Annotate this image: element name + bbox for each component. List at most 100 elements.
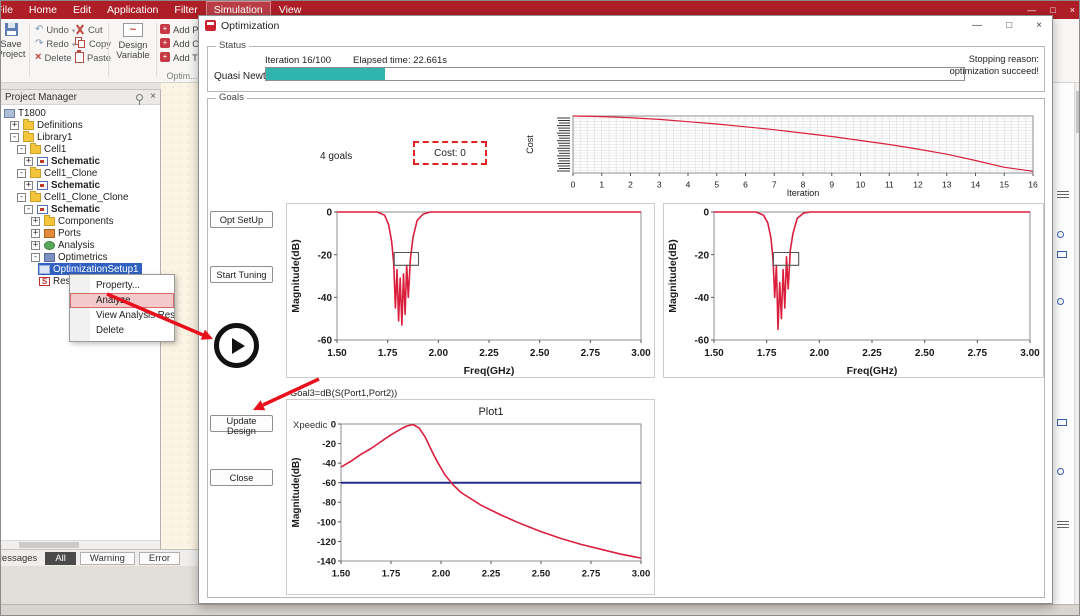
tree-item-schematic[interactable]: + Schematic — [1, 155, 160, 167]
delete-button[interactable]: Delete — [33, 50, 77, 64]
svg-text:2.00: 2.00 — [810, 348, 830, 359]
scrollbar-thumb[interactable] — [19, 542, 79, 548]
tree-item-definitions[interactable]: + Definitions — [1, 118, 160, 131]
menu-file[interactable]: File — [1, 1, 21, 19]
svg-text:7: 7 — [772, 180, 777, 190]
svg-text:Freq(GHz): Freq(GHz) — [464, 365, 515, 377]
cut-button[interactable]: Cut — [73, 22, 113, 36]
copy-button[interactable]: Copy — [73, 36, 113, 50]
tab-all[interactable]: All — [45, 551, 76, 565]
tree-expander-icon[interactable]: + — [24, 180, 33, 190]
pin-icon[interactable] — [136, 93, 144, 105]
elapsed-label: Elapsed time: 22.661s — [353, 55, 448, 66]
svg-text:2.50: 2.50 — [530, 348, 550, 359]
tree-item-label: Definitions — [37, 119, 83, 131]
svg-text:2.75: 2.75 — [968, 348, 988, 359]
add-icon — [160, 38, 170, 48]
dialog-maximize-button[interactable]: □ — [1006, 16, 1012, 36]
undo-button[interactable]: Undo — [33, 22, 77, 36]
svg-text:2.25: 2.25 — [479, 348, 499, 359]
undo-label: Undo — [46, 23, 69, 35]
tree-item-library1[interactable]: - Library1 — [1, 130, 160, 143]
tab-error[interactable]: Error — [138, 551, 181, 565]
goal3-expression-label: Goal3=dB(S(Port1,Port2)) — [288, 388, 400, 398]
tree-item-optimetrics[interactable]: - Optimetrics — [1, 251, 160, 263]
schematic-fragment — [1057, 191, 1069, 198]
iteration-label: Iteration 16/100 — [265, 55, 332, 66]
horizontal-scrollbar[interactable] — [1, 540, 160, 549]
separator — [29, 23, 30, 77]
svg-text:2.25: 2.25 — [862, 348, 882, 359]
tree-expander-icon[interactable]: + — [31, 240, 40, 250]
app-close-button[interactable]: × — [1070, 1, 1075, 19]
tree-item-cell1-clone-clone[interactable]: - Cell1_Clone_Clone — [1, 190, 160, 203]
svg-text:12: 12 — [913, 180, 923, 190]
tree-expander-icon[interactable]: + — [24, 156, 33, 166]
vertical-scrollbar[interactable] — [1074, 83, 1079, 604]
copy-icon — [75, 37, 86, 49]
update-design-button[interactable]: Update Design — [210, 415, 273, 436]
dialog-titlebar[interactable]: Optimization — □ × — [199, 16, 1052, 36]
ports-icon — [44, 228, 55, 238]
project-manager-header: Project Manager × — [1, 90, 160, 105]
tree-expander-icon[interactable]: + — [10, 120, 19, 130]
svg-text:13: 13 — [942, 180, 952, 190]
tree-item-cell1[interactable]: - Cell1 — [1, 142, 160, 155]
schematic-fragment — [1057, 231, 1064, 238]
folder-icon — [23, 130, 34, 142]
svg-text:Iteration: Iteration — [787, 188, 820, 198]
tree-item-label: Components — [58, 215, 114, 227]
tree-expander-icon[interactable]: + — [31, 216, 40, 226]
tree-item-label: OptimizationSetup1 — [53, 263, 139, 275]
scrollbar-thumb[interactable] — [1076, 91, 1079, 133]
context-item-property[interactable]: Property... — [70, 278, 174, 293]
tree-item-components[interactable]: + Components — [1, 214, 160, 227]
tree-expander-icon[interactable]: - — [17, 144, 26, 154]
close-button[interactable]: Close — [210, 469, 273, 486]
tree-expander-icon[interactable]: + — [31, 228, 40, 238]
folder-icon — [44, 214, 55, 226]
design-variable-button[interactable]: ~ Design Variable — [111, 21, 155, 81]
tree-item-analysis[interactable]: + Analysis — [1, 239, 160, 251]
play-button-annotation[interactable] — [214, 323, 259, 368]
context-item-delete[interactable]: Delete — [70, 323, 174, 338]
tree-expander-icon[interactable]: - — [17, 168, 26, 178]
context-menu: Property... Analyze View Analysis Resul.… — [69, 274, 175, 342]
close-icon[interactable]: × — [150, 92, 156, 102]
dialog-close-button[interactable]: × — [1036, 16, 1042, 36]
goal-plot-1: 1.50 1.75 2.00 2.25 2.50 2.75 3.00 0 -20 -40 -60 Ma… — [290, 208, 651, 377]
context-item-view-analysis-result[interactable]: View Analysis Resul... — [70, 308, 174, 323]
optimization-dialog: Optimization — □ × Status Quasi Newton I… — [198, 15, 1053, 604]
tree-item-ports[interactable]: + Ports — [1, 227, 160, 239]
tree-item-cell1-clone[interactable]: - Cell1_Clone — [1, 166, 160, 179]
tree-item-schematic[interactable]: - Schematic — [1, 203, 160, 215]
tree-item-schematic[interactable]: + Schematic — [1, 179, 160, 191]
opt-setup-button[interactable]: Opt SetUp — [210, 211, 273, 228]
schematic-fragment — [1057, 298, 1064, 305]
dialog-minimize-button[interactable]: — — [972, 16, 982, 36]
menu-application[interactable]: Application — [99, 1, 166, 19]
paste-button[interactable]: Paste — [73, 50, 113, 64]
cost-value-box: Cost: 0 — [413, 141, 487, 165]
goal-count: 4 goals — [320, 151, 353, 162]
tree-expander-icon[interactable]: - — [31, 252, 40, 262]
tree-expander-icon[interactable]: - — [10, 132, 19, 142]
menu-home[interactable]: Home — [21, 1, 65, 19]
tree-expander-icon[interactable]: - — [24, 204, 33, 214]
results-icon: S — [39, 276, 50, 286]
svg-text:15: 15 — [1000, 180, 1010, 190]
svg-text:16: 16 — [1028, 180, 1038, 190]
project-icon — [4, 108, 15, 118]
tree-item-label: Optimetrics — [58, 251, 108, 263]
redo-button[interactable]: Redo — [33, 36, 77, 50]
svg-text:6: 6 — [743, 180, 748, 190]
tree-item-t1800[interactable]: T1800 — [1, 107, 160, 119]
svg-text:Magnitude(dB): Magnitude(dB) — [291, 458, 302, 528]
tab-warning[interactable]: Warning — [79, 551, 135, 565]
tree-expander-icon[interactable]: - — [17, 192, 26, 202]
context-item-analyze[interactable]: Analyze — [70, 293, 174, 308]
status-group: Status Quasi Newton Iteration 16/100 Ela… — [207, 40, 1045, 92]
schematic-fragment — [1057, 468, 1064, 475]
menu-edit[interactable]: Edit — [65, 1, 99, 19]
start-tuning-button[interactable]: Start Tuning — [210, 266, 273, 283]
